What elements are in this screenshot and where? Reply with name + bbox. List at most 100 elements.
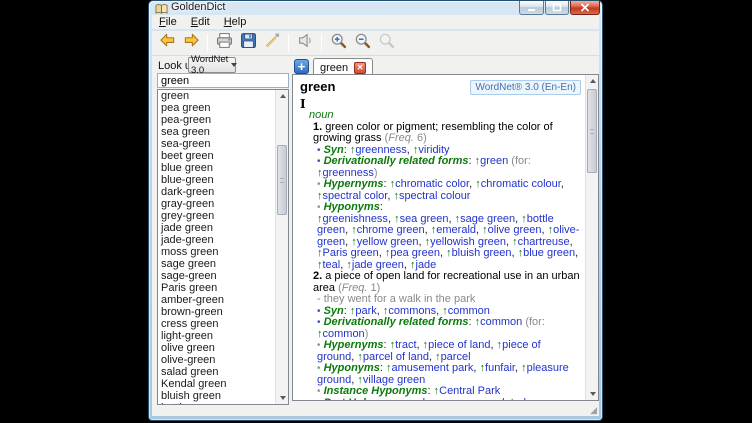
search-input[interactable] [157, 73, 289, 88]
list-item[interactable]: olive-green [158, 354, 288, 366]
list-item[interactable]: gray-green [158, 198, 288, 210]
dictionary-group-select[interactable]: WordNet 3.0 [188, 57, 236, 73]
maximize-button[interactable] [545, 1, 569, 15]
list-item[interactable]: sage green [158, 258, 288, 270]
word-link[interactable]: parcel of land [363, 351, 429, 363]
list-item[interactable]: Kendal green [158, 378, 288, 390]
menu-file[interactable]: File [152, 16, 184, 28]
list-item[interactable]: Paris green [158, 282, 288, 294]
list-item[interactable]: bluish green [158, 390, 288, 402]
word-list-scrollbar[interactable] [275, 90, 288, 404]
list-item[interactable]: brown-green [158, 306, 288, 318]
toolbar-separator [207, 34, 208, 52]
word-link[interactable]: bluish green [452, 247, 512, 259]
word-link[interactable]: blue green [523, 247, 575, 259]
word-link[interactable]: spectral color [323, 190, 388, 202]
list-item[interactable]: beet green [158, 150, 288, 162]
list-item[interactable]: moss green [158, 246, 288, 258]
list-item[interactable]: cress green [158, 318, 288, 330]
list-item[interactable]: amber-green [158, 294, 288, 306]
resize-grip[interactable]: ◢ [590, 406, 597, 415]
scroll-up-icon[interactable] [586, 75, 599, 87]
list-item[interactable]: pea-green [158, 114, 288, 126]
relation-row: • Part Holonyms: ↑urban area, ↑populated… [317, 398, 581, 401]
list-item[interactable]: jade green [158, 222, 288, 234]
word-link[interactable]: green [480, 155, 508, 167]
word-link[interactable]: Central Park [439, 385, 500, 397]
list-item[interactable]: sea-green [158, 138, 288, 150]
sense: 1. green color or pigment; resembling th… [313, 122, 581, 272]
word-link[interactable]: tract [395, 339, 416, 351]
scroll-down-icon[interactable] [586, 388, 599, 400]
close-button[interactable] [570, 1, 600, 15]
forward-button[interactable] [179, 32, 203, 54]
word-list-scroll-thumb[interactable] [277, 145, 287, 215]
scan-popup-button[interactable] [260, 32, 284, 54]
word-link[interactable]: jade green [352, 259, 404, 271]
word-link[interactable]: chromatic colour [481, 178, 561, 190]
scroll-down-icon[interactable] [276, 392, 289, 404]
list-item[interactable]: jade-green [158, 234, 288, 246]
list-item[interactable]: dark-green [158, 186, 288, 198]
word-link[interactable]: common [480, 316, 522, 328]
tab-close-icon[interactable]: ✕ [354, 62, 366, 74]
article-scrollbar[interactable] [585, 75, 598, 400]
word-link[interactable]: greenishness [323, 213, 388, 225]
word-link[interactable]: greenness [355, 144, 406, 156]
scroll-up-icon[interactable] [276, 90, 289, 102]
pronounce-button[interactable] [293, 32, 317, 54]
print-button[interactable] [212, 32, 236, 54]
word-link[interactable]: funfair [485, 362, 515, 374]
word-link[interactable]: pea green [390, 247, 440, 259]
list-item[interactable]: pea green [158, 102, 288, 114]
word-link[interactable]: piece of land [428, 339, 490, 351]
article-scroll-thumb[interactable] [587, 89, 597, 173]
word-link[interactable]: teal [323, 259, 341, 271]
word-link[interactable]: yellow green [357, 236, 419, 248]
word-link[interactable]: village green [363, 374, 425, 386]
list-item[interactable]: light-green [158, 330, 288, 342]
word-link[interactable]: common [323, 328, 365, 340]
list-item[interactable]: blue-green [158, 174, 288, 186]
dictionary-badge[interactable]: WordNet® 3.0 (En-En) [470, 80, 581, 95]
zoom-reset-icon [378, 32, 395, 54]
list-item[interactable]: sage-green [158, 270, 288, 282]
word-link[interactable]: viridity [418, 144, 449, 156]
menu-edit[interactable]: Edit [184, 16, 217, 28]
zoom-in-button[interactable] [326, 32, 350, 54]
word-link[interactable]: urban area [413, 397, 466, 401]
relation-label: Hypernyms [324, 178, 384, 190]
list-item[interactable]: blue green [158, 162, 288, 174]
word-link[interactable]: emerald [436, 224, 476, 236]
word-link[interactable]: commons [388, 305, 436, 317]
word-link[interactable]: greenness [323, 167, 374, 179]
minimize-button[interactable] [519, 1, 544, 15]
list-item[interactable]: sea green [158, 126, 288, 138]
list-item[interactable]: grey-green [158, 210, 288, 222]
word-link[interactable]: yellowish green [430, 236, 506, 248]
add-tab-button[interactable]: + [294, 59, 309, 74]
word-link[interactable]: common [448, 305, 490, 317]
word-link[interactable]: parcel [441, 351, 471, 363]
list-item[interactable]: olive green [158, 342, 288, 354]
word-link[interactable]: Paris green [323, 247, 379, 259]
word-link[interactable]: sea green [400, 213, 449, 225]
word-link[interactable]: olive green [488, 224, 542, 236]
save-article-button[interactable] [236, 32, 260, 54]
word-link[interactable]: chartreuse [518, 236, 570, 248]
word-link[interactable]: spectral colour [399, 190, 471, 202]
word-link[interactable]: park [355, 305, 376, 317]
word-link[interactable]: sage green [460, 213, 515, 225]
word-link[interactable]: chromatic color [395, 178, 469, 190]
word-link[interactable]: populated area [478, 397, 551, 401]
title-bar[interactable]: GoldenDict [149, 1, 602, 15]
word-link[interactable]: amusement park [391, 362, 473, 374]
list-item[interactable]: green [158, 90, 288, 102]
word-link[interactable]: chrome green [357, 224, 425, 236]
list-item[interactable]: salad green [158, 366, 288, 378]
zoom-out-button[interactable] [350, 32, 374, 54]
relation-label: Syn [324, 305, 344, 317]
menu-help[interactable]: Help [217, 16, 254, 28]
word-link[interactable]: jade [416, 259, 437, 271]
back-button[interactable] [155, 32, 179, 54]
